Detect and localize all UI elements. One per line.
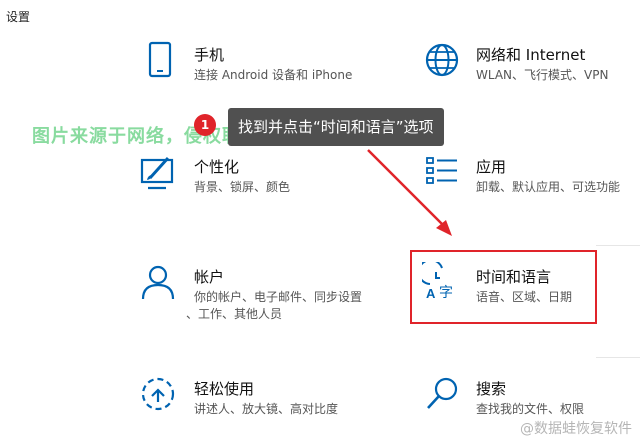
corner-watermark: @数据蛙恢复软件 bbox=[520, 421, 632, 437]
pointer-arrow-icon bbox=[367, 149, 452, 236]
highlight-box bbox=[410, 250, 597, 324]
